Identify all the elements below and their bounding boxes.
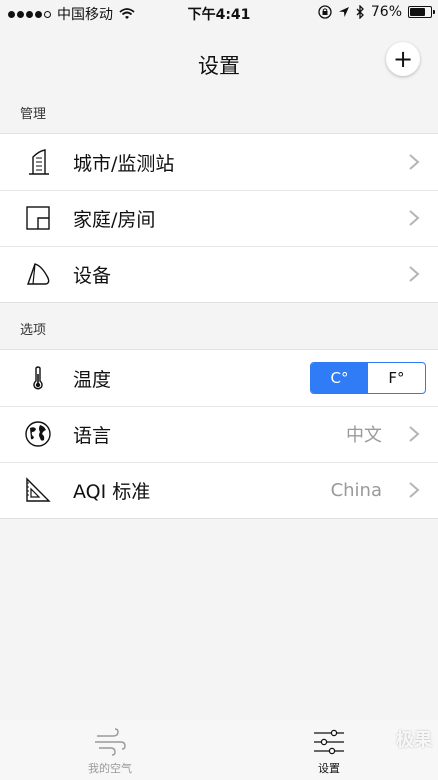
row-label-language: 语言 [73,424,112,447]
chevron-right-icon [409,482,420,498]
language-value: 中文 [346,425,382,446]
status-right: 76% [318,4,435,20]
status-bar: 中国移动 下午4:41 76% [0,0,438,26]
temperature-unit-toggle: C° F° [310,362,426,394]
row-device[interactable]: 设备 [0,246,438,302]
globe-icon [25,421,51,447]
row-label-aqi-standard: AQI 标准 [73,480,151,503]
page-title: 设置 [198,54,240,78]
watermark: 极果 [396,730,432,751]
battery-level [410,8,426,16]
tab-bar: 我的空气 设置 [0,720,438,780]
battery-percent: 76% [370,4,402,20]
nav-bar: 设置 + [0,26,438,90]
battery-icon [408,6,435,18]
set-square-icon [26,477,51,502]
bluetooth-icon [356,5,364,19]
thermometer-icon [33,366,43,390]
wind-icon [95,728,126,756]
section-header-manage: 管理 [20,107,47,122]
row-language[interactable]: 语言 中文 [0,406,438,462]
fahrenheit-button[interactable]: F° [368,363,425,393]
location-icon [338,7,349,17]
row-label-city-station: 城市/监测站 [73,152,175,175]
row-temperature: 温度 C° F° [0,350,438,406]
tab-label-settings: 设置 [318,762,340,775]
chevron-right-icon [409,154,420,170]
tab-label-my-air: 我的空气 [88,762,132,775]
floorplan-icon [26,206,50,230]
aqi-standard-value: China [330,479,382,501]
row-city-station[interactable]: 城市/监测站 [0,134,438,190]
row-label-home-room: 家庭/房间 [73,208,156,231]
section-header-options: 选项 [20,323,47,338]
options-group: 温度 C° F° 语言 中文 AQI 标准 China [0,349,438,519]
chevron-right-icon [409,426,420,442]
device-icon [27,263,50,285]
add-button[interactable]: + [386,42,420,76]
row-label-temperature: 温度 [73,368,112,391]
sliders-icon [314,729,344,755]
tab-settings[interactable]: 设置 [274,720,384,780]
tab-my-air[interactable]: 我的空气 [55,720,165,780]
chevron-right-icon [409,210,420,226]
row-aqi-standard[interactable]: AQI 标准 China [0,462,438,518]
plus-icon: + [392,45,414,73]
rotation-lock-icon [318,5,332,19]
building-icon [29,149,49,175]
celsius-button[interactable]: C° [311,363,368,393]
row-label-device: 设备 [73,264,112,287]
chevron-right-icon [409,266,420,282]
row-home-room[interactable]: 家庭/房间 [0,190,438,246]
manage-group: 城市/监测站 家庭/房间 设备 [0,133,438,303]
